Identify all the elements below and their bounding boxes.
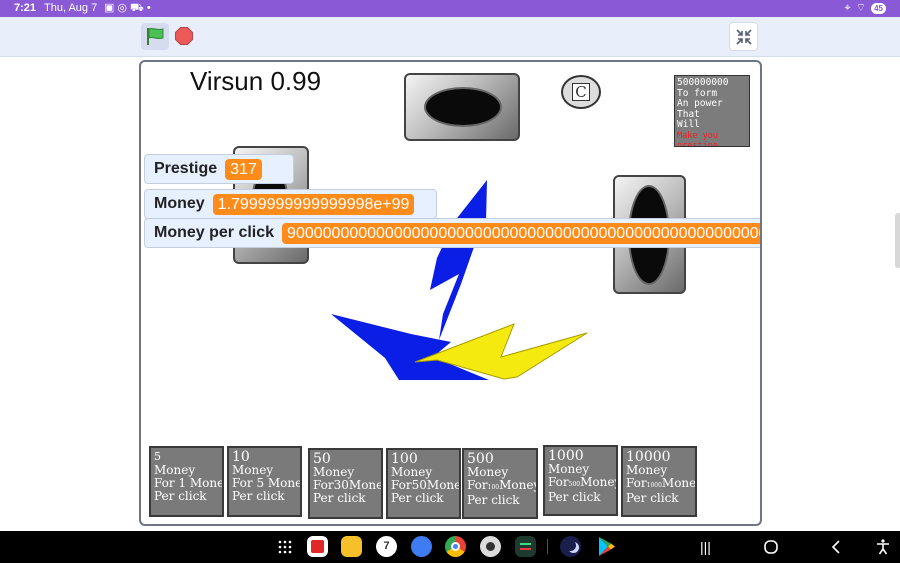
shop-line: Per click bbox=[232, 489, 285, 503]
prestige-monitor: Prestige 317 bbox=[144, 154, 294, 184]
money-per-click-value: 9000000000000000000000000000000000000000… bbox=[282, 222, 760, 244]
wifi-icon: ⌔ bbox=[855, 2, 867, 14]
system-icons: ⌖ ⌔ 45 bbox=[845, 1, 886, 15]
shop-line: For100Money bbox=[467, 478, 536, 494]
notification-icons: ▣◎⛟• bbox=[104, 2, 154, 14]
shop-cost: 100 bbox=[391, 451, 418, 467]
chrome-icon[interactable] bbox=[445, 536, 466, 557]
money-label: Money bbox=[154, 195, 205, 212]
play-store-icon[interactable] bbox=[597, 536, 617, 557]
blue-lightning-bottom bbox=[331, 314, 489, 380]
shop-line: Per click bbox=[391, 491, 444, 505]
money-per-click-label: Money per click bbox=[154, 224, 275, 241]
shop-line: Per click bbox=[154, 489, 207, 503]
messages-icon[interactable] bbox=[411, 536, 432, 557]
money-monitor: Money 1.7999999999999998e+99 bbox=[144, 189, 437, 219]
c-button-label: C bbox=[572, 83, 590, 101]
blue-lightning-top bbox=[430, 180, 487, 340]
shop-line: For1000Money bbox=[626, 476, 695, 492]
prestige-note-warning: Make you prestige bbox=[677, 130, 718, 147]
prestige-note-line: 500000000 bbox=[677, 77, 729, 88]
shop-line-prefix: For bbox=[467, 478, 488, 492]
shop-line: For500Money bbox=[548, 475, 616, 491]
flipboard-icon[interactable] bbox=[307, 536, 328, 557]
status-date: Thu, Aug 7 bbox=[44, 2, 98, 14]
money-value: 1.7999999999999998e+99 bbox=[212, 193, 415, 215]
battery-icon: 45 bbox=[871, 2, 886, 14]
shop-line: Per click bbox=[626, 491, 679, 505]
yellow-lightning bbox=[414, 323, 588, 380]
prestige-note-line: Will bbox=[677, 119, 700, 130]
shop-cost: 10 bbox=[232, 449, 250, 465]
stage[interactable]: Virsun 0.99 C 500000000 To form An power… bbox=[139, 60, 762, 526]
screen: 7:21 Thu, Aug 7 ▣◎⛟• ⌖ ⌔ 45 Virsun 0.99 … bbox=[0, 0, 900, 563]
top-oval-button[interactable] bbox=[404, 73, 520, 141]
shop-cost: 50 bbox=[313, 451, 331, 467]
files-icon[interactable] bbox=[341, 536, 362, 557]
c-button[interactable]: C bbox=[561, 75, 601, 109]
shop-button-100[interactable]: 100 Money For50Money Per click bbox=[386, 448, 461, 519]
camera-icon[interactable] bbox=[480, 536, 501, 557]
shop-button-10[interactable]: 10 Money For 5 Money Per click bbox=[227, 446, 302, 517]
shop-line: Per click bbox=[313, 491, 366, 505]
stop-button[interactable] bbox=[175, 27, 193, 45]
shop-button-1000[interactable]: 1000 Money For500Money Per click bbox=[543, 445, 618, 516]
green-flag-button[interactable] bbox=[141, 23, 169, 50]
recent-apps-button[interactable]: ||| bbox=[700, 539, 711, 555]
exit-fullscreen-icon bbox=[736, 29, 752, 45]
shop-line-suffix: Money bbox=[580, 475, 618, 489]
shop-line-amount: 100 bbox=[487, 484, 500, 491]
status-time: 7:21 bbox=[14, 2, 37, 14]
prestige-label: Prestige bbox=[154, 160, 218, 177]
edge-panel-handle[interactable] bbox=[895, 213, 900, 268]
status-bar: 7:21 Thu, Aug 7 ▣◎⛟• ⌖ ⌔ 45 bbox=[0, 0, 900, 17]
shop-button-5[interactable]: 5 Money For 1 Money Per click bbox=[149, 446, 224, 517]
calendar-icon[interactable]: 7 bbox=[376, 536, 397, 557]
back-button[interactable] bbox=[831, 540, 841, 554]
shop-cost: 500 bbox=[467, 451, 494, 467]
accessibility-icon[interactable] bbox=[876, 539, 890, 555]
shop-cost: 10000 bbox=[626, 449, 671, 465]
prestige-value: 317 bbox=[225, 158, 262, 180]
shop-button-50[interactable]: 50 Money For30Money Per click bbox=[308, 448, 383, 519]
player-toolbar bbox=[0, 17, 900, 57]
stop-icon bbox=[175, 27, 193, 45]
shop-button-10000[interactable]: 10000 Money For1000Money Per click bbox=[621, 446, 697, 517]
location-icon: ⌖ bbox=[844, 1, 851, 14]
game-title: Virsun 0.99 bbox=[190, 66, 322, 96]
shop-line-amount: 1000 bbox=[646, 482, 662, 489]
shop-line-suffix: Money bbox=[661, 476, 697, 490]
navigation-bar: 7 ||| bbox=[0, 531, 900, 563]
voice-recorder-icon[interactable] bbox=[515, 536, 536, 557]
dock-divider bbox=[547, 539, 548, 554]
calendar-day: 7 bbox=[383, 540, 390, 552]
shop-line-prefix: For bbox=[548, 475, 569, 489]
shop-button-500[interactable]: 500 Money For100Money Per click bbox=[462, 448, 538, 519]
home-button[interactable] bbox=[764, 540, 778, 554]
green-flag-icon bbox=[147, 27, 164, 45]
shop-line-suffix: Money bbox=[499, 478, 538, 492]
apps-grid-icon[interactable] bbox=[278, 540, 292, 554]
shop-cost: 5 bbox=[154, 450, 161, 463]
fullscreen-toggle-button[interactable] bbox=[729, 22, 758, 51]
shop-line-amount: 500 bbox=[568, 481, 581, 488]
shop-cost: 1000 bbox=[548, 448, 584, 464]
prestige-note-line: An power bbox=[677, 98, 723, 109]
money-per-click-monitor: Money per click 900000000000000000000000… bbox=[144, 218, 760, 248]
shop-line: Per click bbox=[467, 493, 520, 507]
sleep-icon[interactable] bbox=[560, 536, 581, 557]
prestige-note[interactable]: 500000000 To form An power That Will Mak… bbox=[674, 75, 750, 147]
shop-line: Per click bbox=[548, 490, 601, 504]
shop-line-prefix: For bbox=[626, 476, 647, 490]
oval-hole bbox=[424, 87, 502, 127]
